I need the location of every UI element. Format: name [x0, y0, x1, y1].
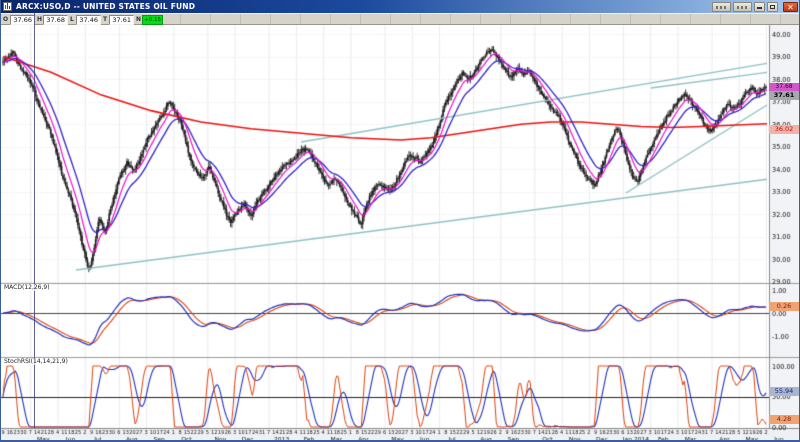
last-price-box: 37.61 — [769, 91, 799, 100]
crosshair-line — [34, 13, 35, 428]
minimize-icon — [757, 7, 762, 9]
chart-window: ARCX:USO,D -- UNITED STATES OIL FUND ✕ O… — [0, 0, 800, 442]
minimize-button[interactable] — [754, 2, 765, 12]
stochrsi-label: StochRSI(14,14,21,9) — [3, 358, 69, 365]
macd-label: MACD(12,26,9) — [3, 284, 51, 291]
high-value: 37.68 — [43, 15, 68, 25]
low-value: 37.46 — [76, 15, 101, 25]
quote-bar: O 37.66 H 37.68 L 37.46 T 37.61 N +0.15 — [1, 13, 800, 25]
restore-icon — [770, 5, 775, 9]
titlebar-button-2[interactable] — [733, 2, 752, 12]
net-change-value: +0.15 — [142, 15, 163, 25]
low-label: L — [70, 15, 74, 25]
window-title: ARCX:USO,D -- UNITED STATES OIL FUND — [16, 2, 195, 11]
high-label: H — [37, 15, 42, 25]
titlebar-button-1[interactable] — [712, 2, 731, 12]
macd-value-box: 0.26 — [769, 302, 799, 311]
stoch-slow-value-box: 55.94 — [769, 387, 799, 396]
stoch-fast-value-box: 4.28 — [769, 415, 799, 424]
window-titlebar: ARCX:USO,D -- UNITED STATES OIL FUND ✕ — [1, 0, 800, 13]
net-label: N — [136, 15, 141, 25]
app-chart-icon — [3, 2, 12, 11]
restore-button[interactable] — [767, 2, 778, 12]
trade-label: T — [103, 15, 107, 25]
chart-canvas[interactable] — [1, 25, 800, 442]
open-value: 37.66 — [10, 15, 35, 25]
open-label: O — [3, 15, 8, 25]
ma200-price-box: 36.02 — [769, 125, 799, 134]
close-button[interactable]: ✕ — [783, 2, 798, 12]
trade-value: 37.61 — [109, 15, 134, 25]
ma-fast-price-box: 37.68 — [769, 83, 799, 91]
titlebar-buttons: ✕ — [712, 1, 798, 12]
